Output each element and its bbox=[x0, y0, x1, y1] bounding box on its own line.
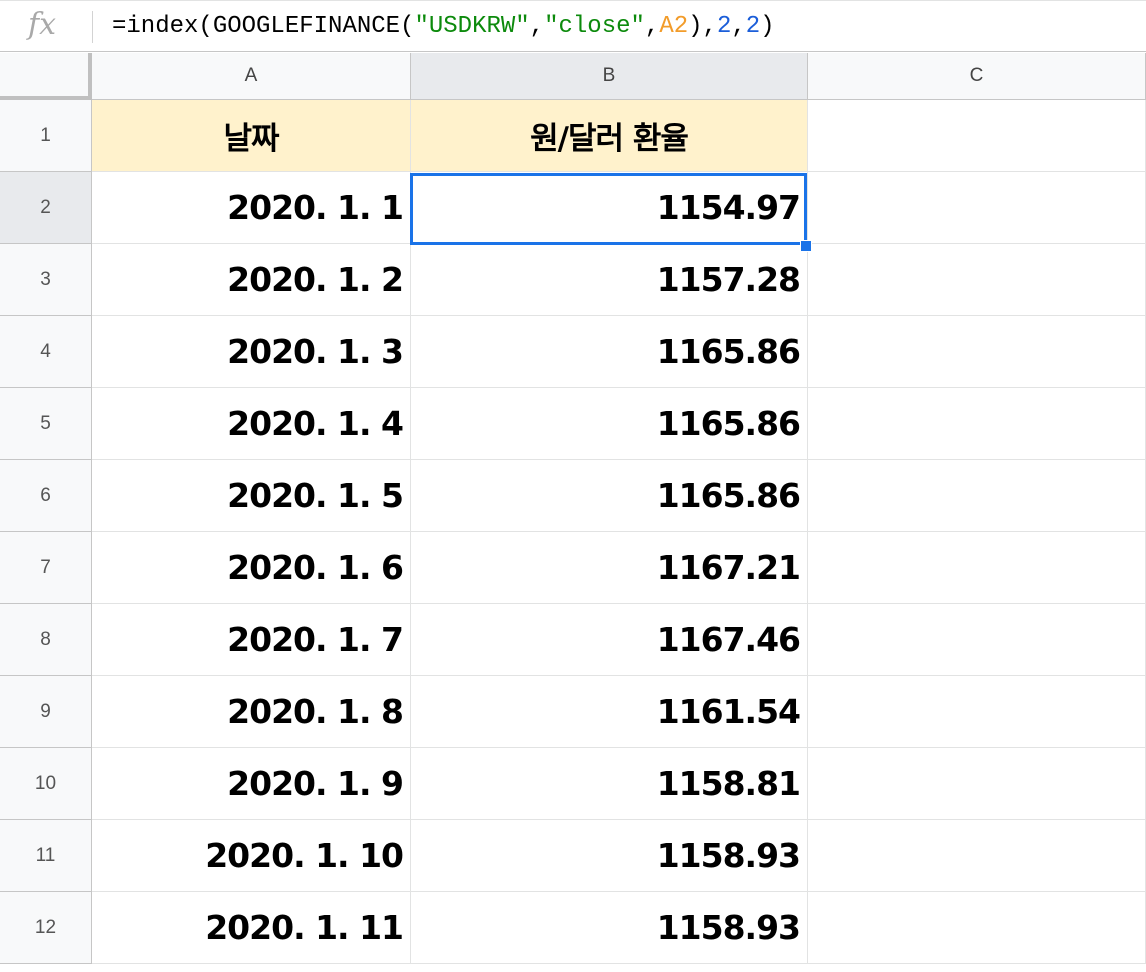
date-cell[interactable]: 2020. 1. 4 bbox=[92, 388, 411, 460]
column-header-a[interactable]: A bbox=[92, 53, 411, 100]
select-all-corner[interactable] bbox=[0, 53, 92, 100]
row-header[interactable]: 7 bbox=[0, 532, 92, 604]
table-cell[interactable] bbox=[808, 532, 1146, 604]
row-header[interactable]: 6 bbox=[0, 460, 92, 532]
fill-handle[interactable] bbox=[800, 240, 812, 252]
row-header[interactable]: 12 bbox=[0, 892, 92, 964]
formula-token: ) bbox=[760, 13, 775, 40]
rate-cell[interactable]: 1165.86 bbox=[411, 460, 808, 532]
row-header[interactable]: 3 bbox=[0, 244, 92, 316]
date-cell[interactable]: 2020. 1. 6 bbox=[92, 532, 411, 604]
date-cell[interactable]: 2020. 1. 5 bbox=[92, 460, 411, 532]
table-cell[interactable] bbox=[808, 388, 1146, 460]
rate-cell[interactable]: 1165.86 bbox=[411, 388, 808, 460]
rate-cell[interactable]: 1167.21 bbox=[411, 532, 808, 604]
date-cell[interactable]: 2020. 1. 11 bbox=[92, 892, 411, 964]
formula-token: "close" bbox=[544, 13, 645, 40]
formula-separator bbox=[92, 11, 93, 43]
formula-token: A2 bbox=[659, 13, 689, 40]
row-header[interactable]: 11 bbox=[0, 820, 92, 892]
table-cell[interactable] bbox=[808, 244, 1146, 316]
row-header[interactable]: 10 bbox=[0, 748, 92, 820]
date-cell[interactable]: 2020. 1. 1 bbox=[92, 172, 411, 244]
header-cell-date[interactable]: 날짜 bbox=[92, 100, 411, 172]
row-header[interactable]: 1 bbox=[0, 100, 92, 172]
date-cell[interactable]: 2020. 1. 9 bbox=[92, 748, 411, 820]
formula-token: 2 bbox=[716, 13, 732, 40]
row-header[interactable]: 9 bbox=[0, 676, 92, 748]
rate-cell[interactable]: 1158.93 bbox=[411, 820, 808, 892]
formula-token: "USDKRW" bbox=[414, 13, 530, 40]
header-cell-rate[interactable]: 원/달러 환율 bbox=[411, 100, 808, 172]
rate-cell[interactable]: 1158.93 bbox=[411, 892, 808, 964]
column-header-c[interactable]: C bbox=[808, 53, 1146, 100]
rate-cell[interactable]: 1158.81 bbox=[411, 748, 808, 820]
function-icon: fx bbox=[28, 7, 57, 42]
table-cell[interactable] bbox=[808, 316, 1146, 388]
table-cell[interactable] bbox=[808, 820, 1146, 892]
rate-cell[interactable]: 1165.86 bbox=[411, 316, 808, 388]
table-cell[interactable] bbox=[808, 748, 1146, 820]
formula-token: , bbox=[529, 13, 545, 40]
rate-cell[interactable]: 1157.28 bbox=[411, 244, 808, 316]
formula-input[interactable]: =index(GOOGLEFINANCE("USDKRW","close",A2… bbox=[112, 13, 775, 40]
date-cell[interactable]: 2020. 1. 3 bbox=[92, 316, 411, 388]
table-cell[interactable] bbox=[808, 892, 1146, 964]
table-cell[interactable] bbox=[808, 676, 1146, 748]
formula-bar: fx =index(GOOGLEFINANCE("USDKRW","close"… bbox=[0, 0, 1146, 52]
formula-token: 2 bbox=[745, 13, 761, 40]
sheet-grid: A B C 1 날짜 원/달러 환율 2 2020. 1. 1 1154.97 3 2020.… bbox=[0, 53, 1146, 972]
row-header[interactable]: 5 bbox=[0, 388, 92, 460]
column-header-b[interactable]: B bbox=[411, 53, 808, 100]
date-cell[interactable]: 2020. 1. 10 bbox=[92, 820, 411, 892]
row-header[interactable]: 8 bbox=[0, 604, 92, 676]
table-cell[interactable] bbox=[808, 604, 1146, 676]
date-cell[interactable]: 2020. 1. 8 bbox=[92, 676, 411, 748]
row-header[interactable]: 2 bbox=[0, 172, 92, 244]
date-cell[interactable]: 2020. 1. 2 bbox=[92, 244, 411, 316]
table-cell[interactable] bbox=[808, 100, 1146, 172]
formula-token: ), bbox=[688, 13, 717, 40]
row-header[interactable]: 4 bbox=[0, 316, 92, 388]
rate-cell[interactable]: 1167.46 bbox=[411, 604, 808, 676]
table-cell[interactable] bbox=[808, 172, 1146, 244]
date-cell[interactable]: 2020. 1. 7 bbox=[92, 604, 411, 676]
formula-token: =index(GOOGLEFINANCE( bbox=[112, 13, 415, 40]
table-cell[interactable] bbox=[808, 460, 1146, 532]
rate-cell[interactable]: 1161.54 bbox=[411, 676, 808, 748]
formula-token: , bbox=[731, 13, 746, 40]
rate-cell[interactable]: 1154.97 bbox=[411, 172, 808, 244]
formula-token: , bbox=[644, 13, 660, 40]
